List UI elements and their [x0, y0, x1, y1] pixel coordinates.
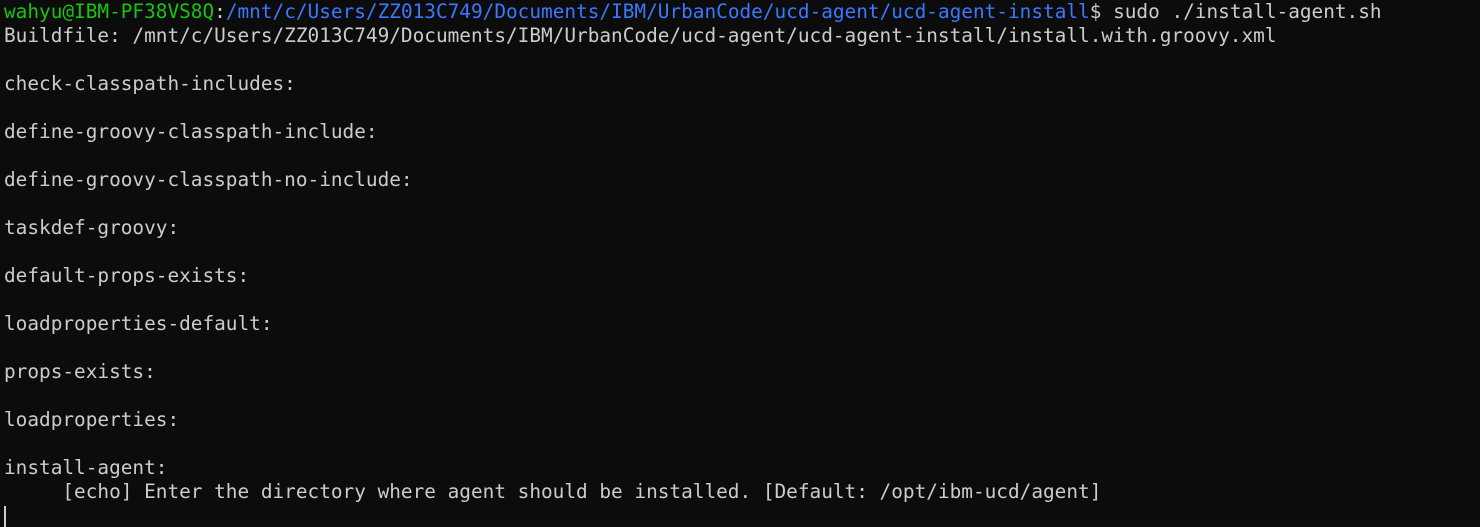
output-line: install-agent: [4, 456, 168, 479]
output-line: default-props-exists: [4, 264, 250, 287]
output-line: [echo] Enter the directory where agent s… [4, 480, 1102, 503]
output-line: props-exists: [4, 360, 156, 383]
prompt-user: wahyu@IBM-PF38VS8Q [4, 0, 215, 23]
command-text: sudo ./install-agent.sh [1113, 0, 1382, 23]
output-line: define-groovy-classpath-no-include: [4, 168, 413, 191]
prompt-separator: : [214, 0, 226, 23]
output-line: define-groovy-classpath-include: [4, 120, 378, 143]
prompt-line: wahyu@IBM-PF38VS8Q:/mnt/c/Users/ZZ013C74… [4, 0, 1480, 24]
output-line: Buildfile: /mnt/c/Users/ZZ013C749/Docume… [4, 24, 1277, 47]
terminal-window[interactable]: wahyu@IBM-PF38VS8Q:/mnt/c/Users/ZZ013C74… [0, 0, 1480, 527]
output-line: check-classpath-includes: [4, 72, 296, 95]
output-line: loadproperties: [4, 408, 180, 431]
input-line[interactable] [4, 504, 1480, 527]
prompt-symbol: $ [1089, 0, 1114, 23]
output-line: taskdef-groovy: [4, 216, 180, 239]
prompt-path: /mnt/c/Users/ZZ013C749/Documents/IBM/Urb… [225, 0, 1090, 23]
output-line: loadproperties-default: [4, 312, 273, 335]
text-cursor[interactable] [4, 505, 6, 527]
